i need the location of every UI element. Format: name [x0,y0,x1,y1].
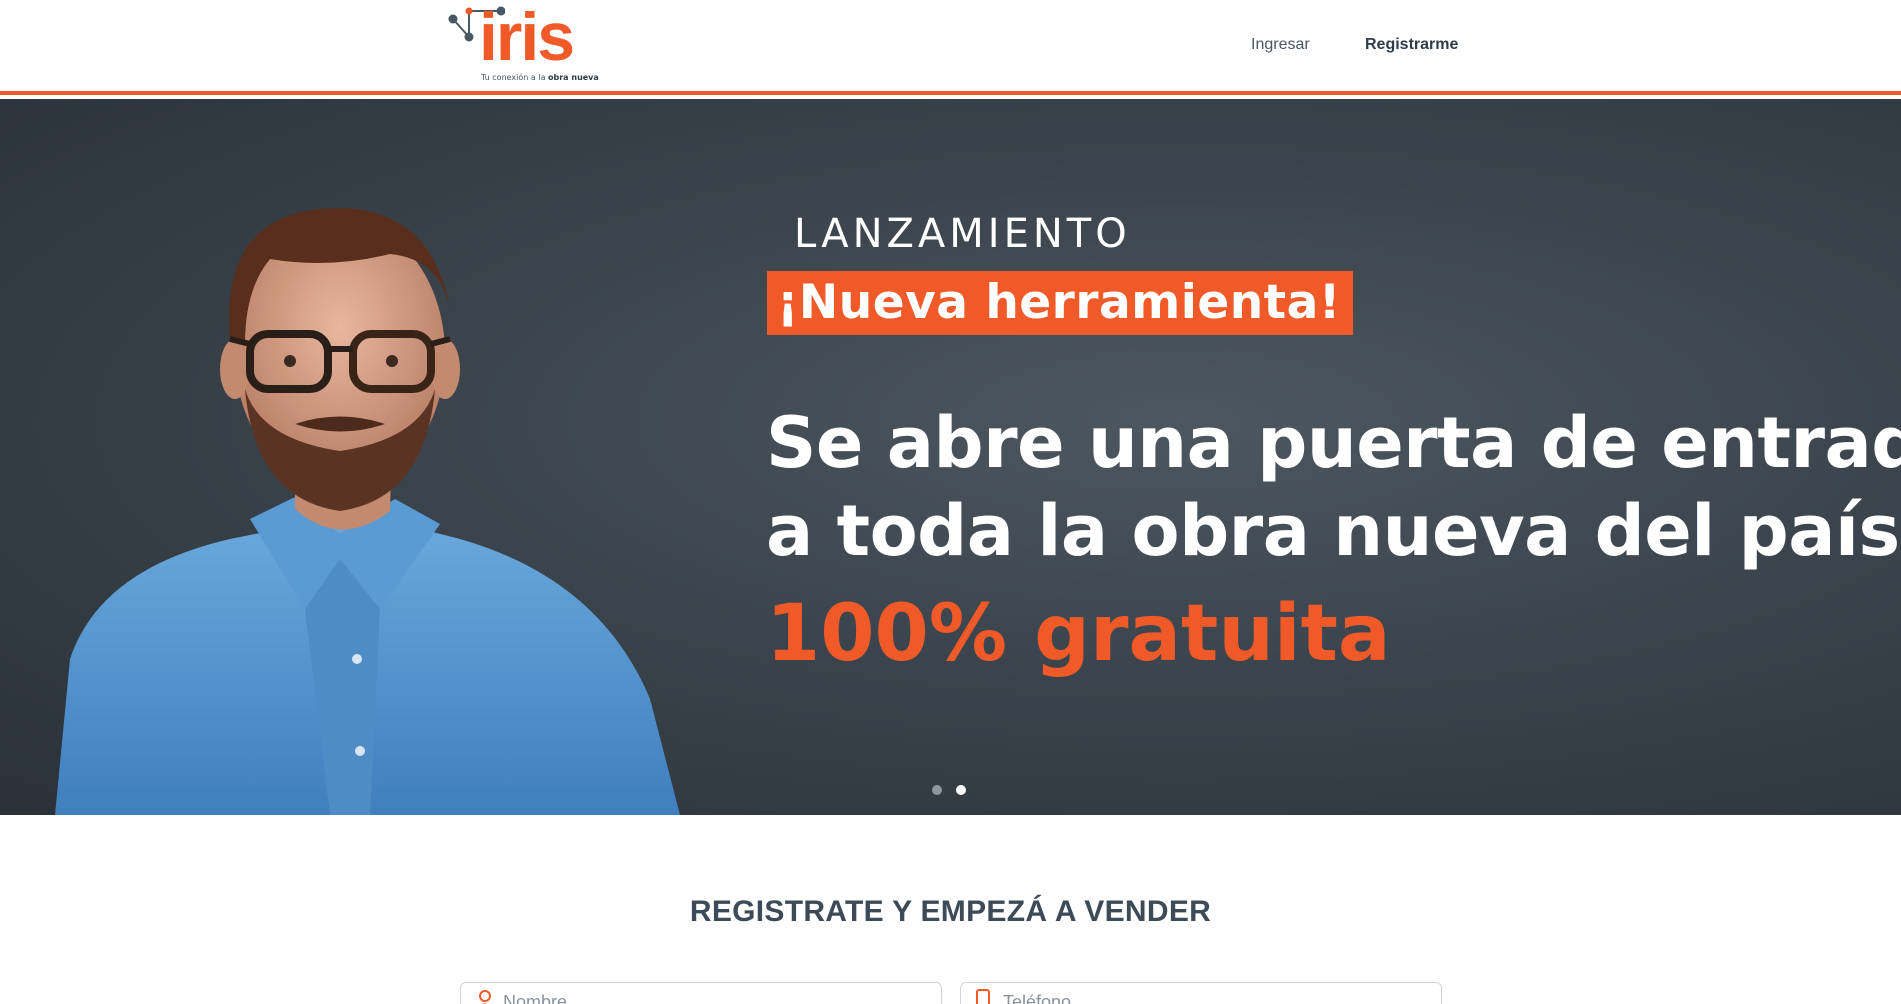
carousel-dot-1[interactable] [932,785,942,795]
register-title-bold: EMPEZÁ A VENDER [920,895,1212,928]
site-header: iris Tu conexión a la obra nueva Ingresa… [0,0,1901,95]
logo-wordmark: iris [479,0,575,75]
user-icon [479,990,491,1004]
name-field[interactable] [460,982,942,1004]
hero-headline-line2: a toda la obra nueva del país. [766,490,1901,572]
hero-badge: ¡Nueva herramienta! [767,271,1353,335]
phone-field[interactable] [960,982,1442,1004]
hero-highlight: 100% gratuita [766,589,1391,679]
register-title-regular: REGISTRATE Y [689,895,912,928]
phone-input[interactable] [1003,987,1423,1004]
logo-tagline: Tu conexión a la obra nueva [481,73,599,82]
phone-icon [976,989,990,1004]
hero-portrait-image [55,208,680,815]
register-title: REGISTRATE Y EMPEZÁ A VENDER [0,895,1901,929]
logo-tagline-prefix: Tu conexión a la [481,73,546,82]
hero-headline-line1: Se abre una puerta de entrada [766,402,1901,484]
name-input[interactable] [503,987,923,1004]
carousel-dot-2[interactable] [956,785,966,795]
iris-logo[interactable]: iris Tu conexión a la obra nueva [445,0,599,85]
login-link[interactable]: Ingresar [1251,36,1310,54]
hero-kicker: LANZAMIENTO [794,211,1131,257]
logo-tagline-bold: obra nueva [548,73,599,82]
hero-headline: Se abre una puerta de entrada a toda la … [766,399,1901,575]
register-link[interactable]: Registrarme [1365,36,1458,54]
hero-carousel: LANZAMIENTO ¡Nueva herramienta! Se abre … [0,99,1901,815]
carousel-indicators [932,785,966,795]
